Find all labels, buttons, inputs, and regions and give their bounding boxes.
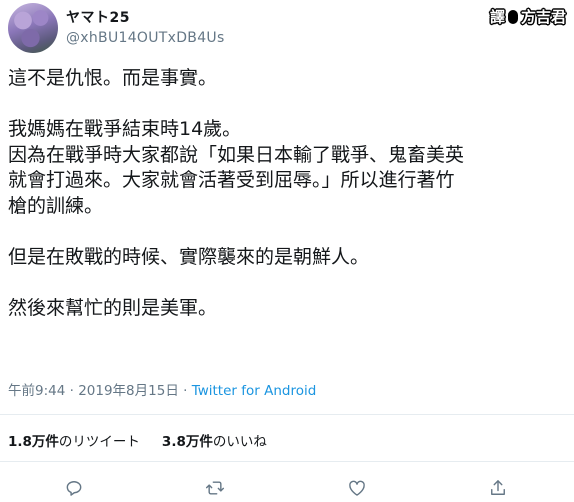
- tweet-timestamp[interactable]: 午前9:44 · 2019年8月15日 ·: [8, 383, 192, 399]
- retweet-icon: [205, 481, 225, 495]
- watermark-right: 方吉君: [520, 8, 566, 26]
- reply-button[interactable]: [62, 476, 86, 500]
- like-label: のいいね: [212, 434, 267, 450]
- retweet-stat[interactable]: 1.8万件のリツイート: [8, 430, 140, 450]
- divider: [0, 414, 574, 415]
- tweet-text: 這不是仇恨。而是事實。 我媽媽在戰爭結束時14歲。 因為在戰爭時大家都說「如果日…: [8, 66, 570, 321]
- retweet-label: のリツイート: [58, 434, 140, 450]
- reply-icon: [66, 481, 82, 496]
- like-icon: [349, 480, 365, 496]
- watermark-left: 譯: [489, 8, 505, 26]
- like-stat[interactable]: 3.8万件のいいね: [162, 430, 267, 450]
- display-name[interactable]: ヤマト25: [66, 7, 130, 27]
- translator-watermark: 譯 方吉君: [490, 6, 566, 27]
- tweet-stats: 1.8万件のリツイート 3.8万件のいいね: [8, 430, 267, 450]
- tweet-meta: 午前9:44 · 2019年8月15日 · Twitter for Androi…: [8, 379, 316, 399]
- like-button[interactable]: [345, 476, 369, 500]
- tweet-actions: [0, 472, 574, 502]
- tweet-paragraph: 我媽媽在戰爭結束時14歲。 因為在戰爭時大家都說「如果日本輸了戰爭、鬼畜美英 就…: [8, 118, 465, 217]
- retweet-count: 1.8万件: [8, 434, 59, 450]
- tweet-paragraph: 然後來幫忙的則是美軍。: [8, 296, 218, 319]
- divider: [0, 461, 574, 462]
- share-icon: [491, 480, 505, 495]
- share-button[interactable]: [486, 476, 510, 500]
- tweet-paragraph: 但是在敗戰的時候、實際襲來的是朝鮮人。: [8, 245, 370, 268]
- user-handle[interactable]: @xhBU14OUTxDB4Us: [66, 30, 225, 46]
- watermark-dot: [507, 9, 518, 24]
- tweet-paragraph: 這不是仇恨。而是事實。: [8, 67, 218, 89]
- avatar[interactable]: [8, 3, 58, 53]
- tweet-source-link[interactable]: Twitter for Android: [192, 383, 317, 399]
- retweet-button[interactable]: [203, 476, 227, 500]
- like-count: 3.8万件: [161, 434, 213, 450]
